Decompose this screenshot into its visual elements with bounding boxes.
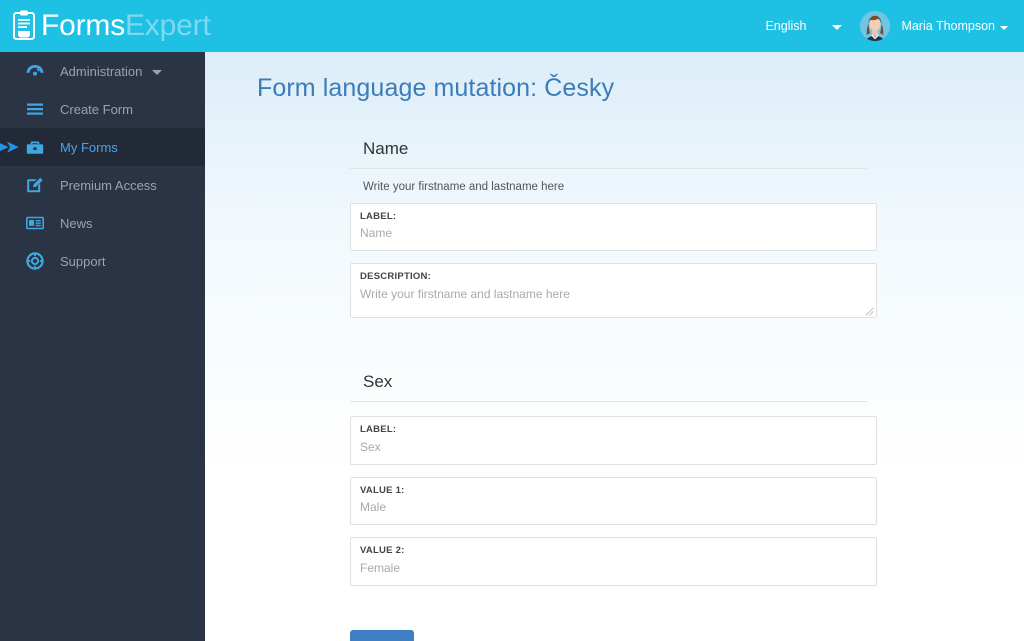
save-button[interactable]: SAVE — [350, 629, 414, 641]
field-name-description[interactable]: DESCRIPTION: Write your firstname and la… — [350, 263, 877, 319]
administration-chevron-down-icon[interactable] — [152, 69, 163, 75]
logo-wordmark: FormsExpert — [41, 11, 211, 41]
newspaper-icon — [24, 213, 46, 233]
sidebar-item-label: Premium Access — [60, 177, 157, 193]
clipboard-form-icon — [10, 10, 38, 42]
field-label-caption: VALUE 1: — [360, 484, 405, 496]
logo-text-forms: Forms — [41, 9, 125, 42]
field-label-caption: VALUE 2: — [360, 545, 405, 557]
field-sex-value-2[interactable]: VALUE 2: Female — [350, 537, 877, 586]
language-chevron-down-icon[interactable] — [832, 24, 843, 30]
heading-spacer — [350, 402, 1024, 416]
double-chevron-right-icon: ➤➤ — [0, 137, 19, 157]
header-right-group: English Maria Thompson — [765, 0, 1024, 52]
dashboard-gauge-icon — [24, 61, 46, 81]
main-content-area: Form language mutation: Česky Name Write… — [205, 52, 1024, 641]
page-title: Form language mutation: Česky — [257, 74, 615, 102]
sidebar-item-administration[interactable]: Administration — [0, 52, 205, 90]
avatar[interactable] — [860, 11, 891, 41]
top-header-bar: FormsExpert English Maria Thompson — [0, 0, 1024, 52]
language-selector-label[interactable]: English — [765, 19, 806, 33]
bars-list-icon — [24, 99, 46, 119]
sidebar-item-news[interactable]: News — [0, 204, 205, 242]
search-input[interactable]: Name — [360, 226, 867, 241]
field-sex-value-1[interactable]: VALUE 1: Male — [350, 476, 877, 526]
field-sex-label[interactable]: LABEL: Sex — [350, 416, 877, 465]
briefcase-icon — [24, 137, 46, 157]
pencil-square-icon — [24, 175, 46, 195]
sex-value-1-input[interactable]: Male — [360, 500, 867, 515]
sidebar-item-premium-access[interactable]: Premium Access — [0, 166, 205, 204]
sidebar-item-support[interactable]: Support — [0, 242, 205, 280]
section-heading-sex: Sex — [350, 372, 867, 403]
lifebuoy-icon — [24, 251, 46, 271]
sidebar-item-my-forms[interactable]: ➤➤ My Forms — [0, 128, 205, 166]
user-chevron-down-icon[interactable] — [1000, 25, 1008, 30]
sidebar-item-label: My Forms — [60, 139, 118, 155]
sidebar-item-label: News — [60, 215, 93, 231]
section-note-name: Write your firstname and lastname here — [363, 181, 565, 193]
sex-label-input[interactable]: Sex — [360, 440, 867, 455]
user-menu-label[interactable]: Maria Thompson — [901, 19, 995, 33]
logo-text-expert: Expert — [125, 9, 211, 42]
sidebar-item-label: Administration — [60, 63, 143, 79]
field-label-caption: DESCRIPTION: — [360, 271, 432, 283]
sidebar-item-label: Create Form — [60, 101, 133, 117]
section-heading-name: Name — [350, 139, 867, 169]
app-logo[interactable]: FormsExpert — [0, 0, 211, 52]
resize-handle-icon[interactable] — [865, 307, 874, 317]
field-name-label[interactable]: LABEL: Name — [350, 203, 877, 252]
sidebar-navigation: Administration Create Form ➤➤ My Forms — [0, 52, 205, 641]
sidebar-item-label: Support — [60, 253, 106, 269]
language-mutation-form: Name Write your firstname and lastname h… — [205, 139, 1024, 641]
field-label-caption: LABEL: — [360, 424, 397, 436]
sidebar-item-create-form[interactable]: Create Form — [0, 90, 205, 128]
field-label-caption: LABEL: — [360, 211, 397, 222]
description-textarea[interactable]: Write your firstname and lastname here — [360, 287, 867, 302]
sex-value-2-input[interactable]: Female — [360, 561, 867, 576]
